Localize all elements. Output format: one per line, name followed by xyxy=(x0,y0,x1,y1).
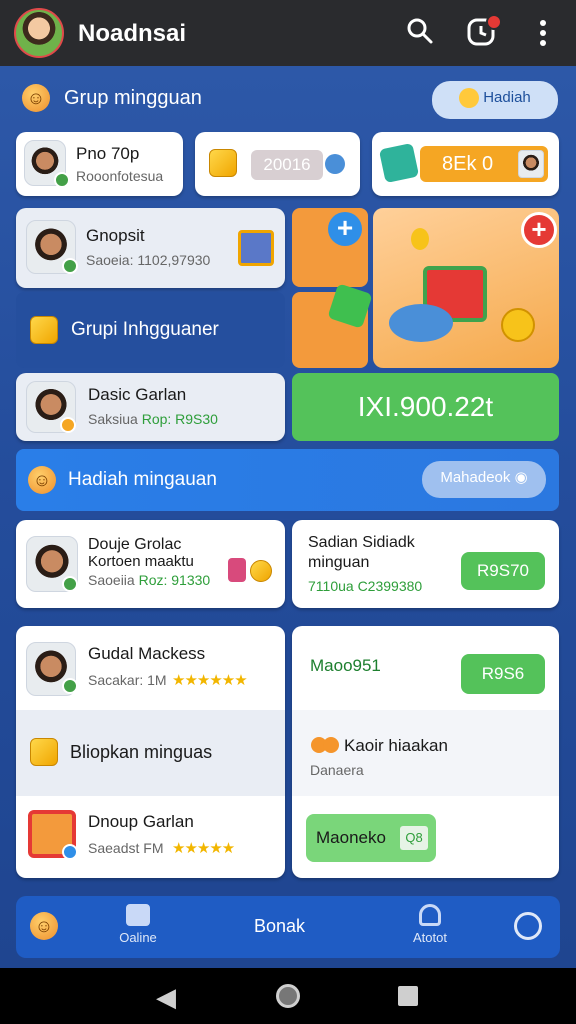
verified-badge-icon xyxy=(54,172,70,188)
list-item[interactable]: Kaoir hiaakan Danaera xyxy=(292,710,559,796)
list-item[interactable]: Maoo951 R9S6 xyxy=(292,626,559,710)
coin-stack-icon xyxy=(501,308,535,342)
nav-item-online[interactable]: Oaline xyxy=(116,904,160,945)
cash-icon xyxy=(378,142,420,184)
offer-title: Sadian Sidiadk xyxy=(308,534,415,551)
member-card[interactable]: Gnopsit Saoeia: 1102,97930 xyxy=(16,208,285,288)
top-app-bar: Noadnsai xyxy=(0,0,576,66)
nav-item-bonak[interactable]: Bonak xyxy=(254,916,305,937)
smile-coin-icon: ☺ xyxy=(22,84,50,112)
grid-icon xyxy=(126,904,150,926)
search-icon[interactable] xyxy=(405,16,435,53)
member-name: Douje Grolac xyxy=(88,536,182,553)
plus-tile[interactable]: + xyxy=(292,208,368,287)
banner-title: Hadiah mingauan xyxy=(68,469,217,490)
smile-coin-icon[interactable]: ☺ xyxy=(30,912,58,940)
smile-coin-icon: ☺ xyxy=(28,466,56,494)
badge-icon xyxy=(60,417,76,433)
member-name: Gudal Mackess xyxy=(88,644,206,663)
amount-button[interactable]: IXI.900.22t xyxy=(292,373,559,441)
card-subtitle: Rooonfotesua xyxy=(76,168,164,184)
notification-badge xyxy=(486,14,502,30)
compass-icon[interactable] xyxy=(514,912,542,940)
offer-subtitle: 7110ua C2399380 xyxy=(308,578,423,594)
member-name: Gnopsit xyxy=(86,226,145,245)
group-label: Grupi Inhgguaner xyxy=(71,319,219,340)
members-list-panel: Gudal Mackess Sacakar: 1M ★★★★★★ Bliopka… xyxy=(16,626,285,878)
mahadeok-button[interactable]: Mahadeok ◉ xyxy=(422,461,546,498)
avatar[interactable] xyxy=(14,8,64,58)
offer-title: Maoo951 xyxy=(310,656,381,675)
offer-title-2: minguan xyxy=(308,554,370,571)
list-item[interactable]: Gudal Mackess Sacakar: 1M ★★★★★★ xyxy=(16,626,285,710)
verified-badge-icon xyxy=(62,678,78,694)
user-icon xyxy=(419,904,441,926)
member-subtitle: Saeadst FM xyxy=(88,840,164,856)
offer-button[interactable]: R9S6 xyxy=(461,654,545,694)
member-score: Rop: R9S30 xyxy=(141,411,218,427)
list-item[interactable]: Bliopkan minguas xyxy=(16,710,285,796)
member-subtitle: Saksiua Rop: R9S30 xyxy=(88,411,218,427)
member-subtitle: Saoeiia Roz: 91330 xyxy=(88,572,211,588)
add-red-icon[interactable]: + xyxy=(521,212,557,248)
rating-stars-icon: ★★★★★ xyxy=(172,840,235,857)
system-navigation-bar: ◀ xyxy=(0,968,576,1024)
coin-icon xyxy=(411,228,429,250)
coin-card[interactable]: 20016 xyxy=(195,132,360,196)
nav-item-atotot[interactable]: Atotot xyxy=(408,904,452,945)
back-icon[interactable]: ◀ xyxy=(156,982,176,1013)
profile-card[interactable]: Pno 70p Rooonfotesua xyxy=(16,132,183,196)
member-subtitle: Sacakar: 1M xyxy=(88,672,167,688)
offer-card[interactable]: Sadian Sidiadk minguan 7110ua C2399380 R… xyxy=(292,520,559,608)
member-subtitle: Saoeia: 1102,97930 xyxy=(86,252,211,268)
hadiah-button[interactable]: Hadiah xyxy=(432,81,558,119)
q8-chip: Q8 xyxy=(400,826,428,850)
platter-icon xyxy=(389,304,453,342)
offer-button[interactable]: R9S70 xyxy=(461,552,545,590)
plus-icon[interactable]: + xyxy=(328,212,362,246)
offer-title: Kaoir hiaakan xyxy=(344,736,448,755)
list-item[interactable]: Dnoup Garlan Saeadst FM ★★★★★ xyxy=(16,796,285,878)
recents-icon[interactable] xyxy=(398,986,418,1006)
coin-icon xyxy=(250,560,272,582)
weekly-reward-banner: ☺ Hadiah mingauan Mahadeok ◉ xyxy=(16,449,559,511)
member-name-2: Kortoen maaktu xyxy=(88,553,194,570)
app-title: Noadnsai xyxy=(78,20,187,47)
gold-box-icon xyxy=(30,738,58,766)
flower-icon xyxy=(310,734,340,756)
bottom-navigation: ☺ Oaline Bonak Atotot xyxy=(16,896,560,958)
member-card-3[interactable]: Douje Grolac Kortoen maaktu Saoeiia Roz:… xyxy=(16,520,285,608)
gold-box-icon xyxy=(30,316,58,344)
maoneko-button[interactable]: Maoneko Q8 xyxy=(306,814,436,862)
card-title: Pno 70p xyxy=(76,144,140,163)
section-title: Grup mingguan xyxy=(64,87,202,109)
home-icon[interactable] xyxy=(276,984,300,1008)
verified-badge-icon xyxy=(62,258,78,274)
member-name: Dasic Garlan xyxy=(88,385,187,404)
member-score: Roz: 91330 xyxy=(138,572,211,588)
circle-arrow-icon: ◉ xyxy=(514,469,528,486)
list-item-title: Bliopkan minguas xyxy=(70,742,213,762)
group-row[interactable]: Grupi Inhgguaner xyxy=(16,292,285,368)
coin-value: 20016 xyxy=(251,150,323,180)
member-name: Dnoup Garlan xyxy=(88,812,194,831)
offers-panel: Maoo951 R9S6 Kaoir hiaakan Danaera Maone… xyxy=(292,626,559,878)
gift-icon xyxy=(238,230,274,266)
rating-stars-icon: ★★★★★★ xyxy=(172,672,248,689)
jar-icon xyxy=(228,558,246,582)
more-vertical-icon[interactable] xyxy=(533,18,553,55)
potion-icon xyxy=(325,154,345,174)
reward-card[interactable]: 8Ek 0 xyxy=(372,132,559,196)
member-card-2[interactable]: Dasic Garlan Saksiua Rop: R9S30 xyxy=(16,373,285,441)
dice-tile[interactable] xyxy=(292,283,373,368)
emoji-icon xyxy=(459,88,480,109)
offer-subtitle: Danaera xyxy=(310,762,364,778)
gift-promo-tile[interactable]: + xyxy=(373,208,559,368)
gold-box-icon xyxy=(209,149,237,177)
small-avatar xyxy=(518,150,544,178)
verified-badge-icon xyxy=(62,576,78,592)
info-badge-icon xyxy=(62,844,78,860)
